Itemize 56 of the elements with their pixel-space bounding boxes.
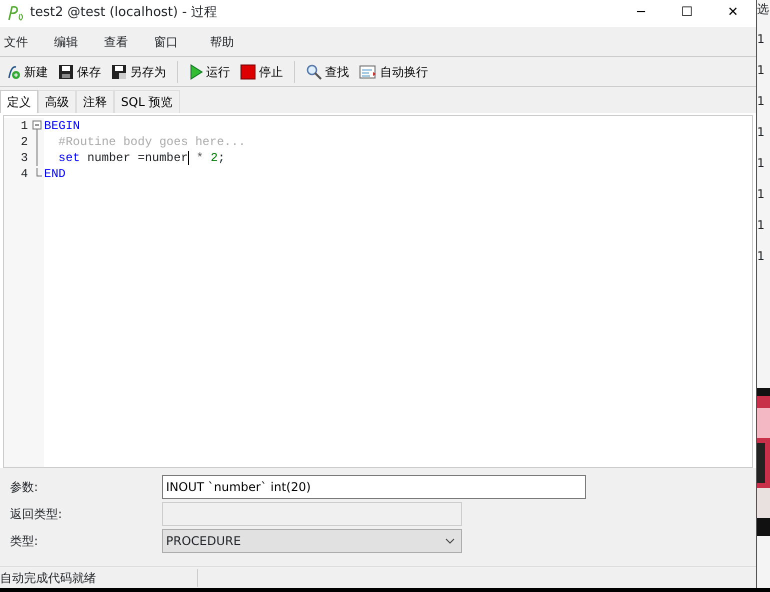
save-icon (58, 64, 74, 80)
background-text: 1 (757, 93, 766, 110)
select-field[interactable]: PROCEDURE (162, 528, 462, 552)
background-text: 1 (757, 62, 766, 79)
toolbar-button[interactable]: 查找 (304, 62, 351, 80)
tab[interactable]: 定义 (0, 90, 38, 113)
background-text: 1 (757, 124, 766, 141)
background-text: 1 (757, 186, 766, 203)
input-field[interactable] (162, 502, 462, 526)
input-field[interactable]: INOUT `number` int(20) (162, 474, 586, 498)
field-label: 参数: (10, 478, 40, 496)
line-number: 1 (20, 118, 29, 134)
toolbar-button[interactable]: 另存为 (109, 62, 168, 80)
tab[interactable]: SQL 预览 (114, 90, 180, 113)
code-line: END (44, 166, 66, 182)
background-text: 1 (757, 31, 766, 48)
line-number: 2 (20, 134, 29, 150)
code-line: #Routine body goes here... (57, 134, 246, 150)
save-as-icon (111, 64, 127, 80)
field-label: 类型: (10, 532, 40, 550)
fold-toggle-icon[interactable] (32, 118, 42, 134)
code-editor[interactable]: 1 2 3 4 BEGIN #Routine body goes here... set number =number * 2; END (3, 115, 753, 468)
menu-item[interactable]: 帮助 (206, 32, 262, 50)
select-value: PROCEDURE (166, 532, 241, 550)
wrap-icon (359, 64, 377, 80)
toolbar-button[interactable]: 自动换行 (357, 62, 430, 80)
code-line: set number =number * 2; (57, 150, 226, 166)
search-icon (306, 64, 322, 80)
toolbar-button[interactable]: 运行 (187, 62, 232, 80)
window-title: test2 @test (localhost) - 过程 (30, 4, 218, 22)
play-icon (189, 64, 203, 80)
menu-item[interactable]: 窗口 (150, 32, 206, 50)
maximize-button[interactable]: ☐ (664, 2, 710, 24)
line-number: 4 (20, 166, 29, 182)
fold-end-line (36, 168, 42, 177)
tab[interactable]: 注释 (76, 90, 114, 113)
toolbar-button[interactable]: 新建 (3, 62, 50, 80)
stop-icon (240, 64, 256, 80)
toolbar-button[interactable]: 保存 (56, 62, 103, 80)
field-label: 返回类型: (10, 506, 64, 522)
background-text: 1 (757, 155, 766, 172)
menu-item[interactable]: 查看 (100, 32, 150, 50)
minimize-button[interactable]: ─ (618, 2, 664, 24)
chevron-down-icon (445, 538, 455, 544)
menu-item[interactable]: 编辑 (50, 32, 100, 50)
code-line: BEGIN (44, 118, 80, 134)
line-number: 3 (20, 150, 29, 166)
status-text: 自动完成代码就绪 (0, 568, 198, 586)
toolbar-button[interactable]: 停止 (238, 62, 285, 80)
background-text: 选 (757, 1, 770, 18)
tab[interactable]: 高级 (38, 90, 76, 113)
close-button[interactable]: ✕ (710, 2, 756, 24)
menu-item[interactable]: 文件 (0, 32, 50, 50)
app-icon (6, 4, 26, 20)
background-text: 1 (757, 248, 766, 265)
background-text: 1 (757, 217, 766, 234)
